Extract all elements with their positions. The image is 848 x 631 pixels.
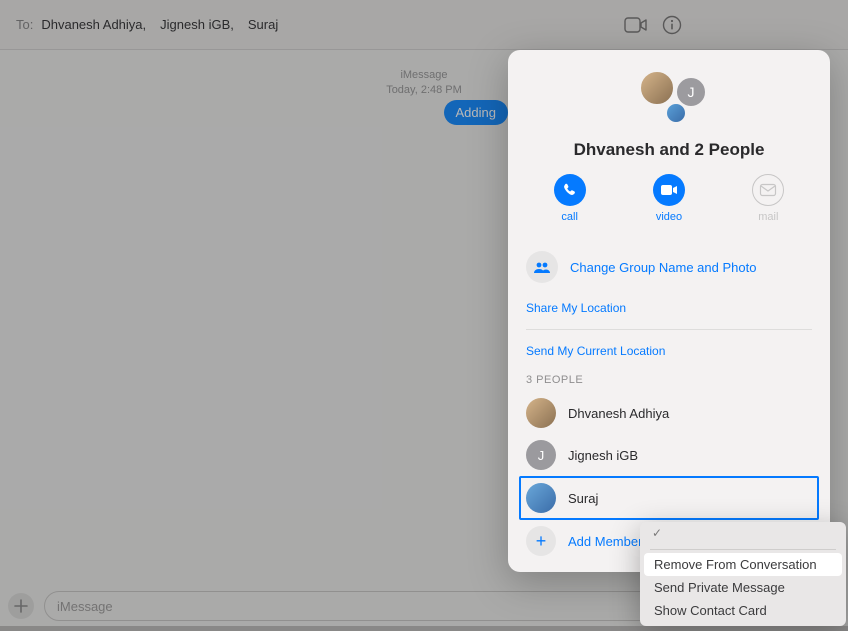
recipient-chip[interactable]: Suraj bbox=[248, 17, 278, 32]
context-menu-divider bbox=[650, 549, 836, 550]
avatar bbox=[526, 483, 556, 513]
mail-label: mail bbox=[758, 211, 778, 223]
call-label: call bbox=[561, 211, 578, 223]
mail-icon bbox=[752, 174, 784, 206]
ctx-show-contact-card[interactable]: Show Contact Card bbox=[644, 599, 842, 622]
mail-button: mail bbox=[752, 174, 784, 223]
bottom-shadow bbox=[0, 626, 848, 631]
conversation-header: To: Dhvanesh Adhiya Jignesh iGB Suraj bbox=[0, 0, 848, 50]
recipient-chip[interactable]: Jignesh iGB bbox=[160, 17, 234, 32]
add-member-label: Add Member bbox=[568, 534, 642, 549]
person-row-selected[interactable]: Suraj bbox=[519, 476, 819, 520]
change-group-row[interactable]: Change Group Name and Photo bbox=[520, 243, 818, 291]
group-title: Dhvanesh and 2 People bbox=[520, 140, 818, 160]
outgoing-message-bubble[interactable]: Adding bbox=[444, 100, 508, 125]
people-section-header: 3 PEOPLE bbox=[520, 368, 818, 392]
person-name: Jignesh iGB bbox=[568, 448, 638, 463]
plus-icon: + bbox=[526, 526, 556, 556]
video-button[interactable]: video bbox=[653, 174, 685, 223]
group-icon bbox=[526, 251, 558, 283]
recipient-chip[interactable]: Dhvanesh Adhiya bbox=[41, 17, 146, 32]
person-name: Suraj bbox=[568, 491, 598, 506]
video-label: video bbox=[656, 211, 682, 223]
share-location-link[interactable]: Share My Location bbox=[520, 291, 818, 325]
info-icon[interactable] bbox=[662, 15, 682, 35]
to-label: To: bbox=[16, 17, 33, 32]
video-icon bbox=[653, 174, 685, 206]
change-group-label: Change Group Name and Photo bbox=[570, 260, 756, 275]
quick-actions-row: call video mail bbox=[520, 174, 818, 223]
ctx-send-private-message[interactable]: Send Private Message bbox=[644, 576, 842, 599]
group-avatar-cluster[interactable]: J bbox=[520, 66, 818, 126]
facetime-icon[interactable] bbox=[624, 16, 648, 34]
header-actions bbox=[624, 0, 682, 49]
apps-button[interactable] bbox=[8, 593, 34, 619]
person-name: Dhvanesh Adhiya bbox=[568, 406, 669, 421]
person-row[interactable]: J Jignesh iGB bbox=[520, 434, 818, 476]
send-location-link[interactable]: Send My Current Location bbox=[520, 334, 818, 368]
ctx-remove-from-conversation[interactable]: Remove From Conversation bbox=[644, 553, 842, 576]
context-menu: ✓ Remove From Conversation Send Private … bbox=[640, 522, 846, 626]
divider bbox=[526, 329, 812, 330]
context-menu-check: ✓ bbox=[644, 526, 842, 546]
avatar bbox=[639, 70, 675, 106]
person-row[interactable]: Dhvanesh Adhiya bbox=[520, 392, 818, 434]
avatar bbox=[526, 398, 556, 428]
avatar: J bbox=[526, 440, 556, 470]
avatar bbox=[665, 102, 687, 124]
phone-icon bbox=[554, 174, 586, 206]
call-button[interactable]: call bbox=[554, 174, 586, 223]
details-panel: J Dhvanesh and 2 People call video mail … bbox=[508, 50, 830, 572]
